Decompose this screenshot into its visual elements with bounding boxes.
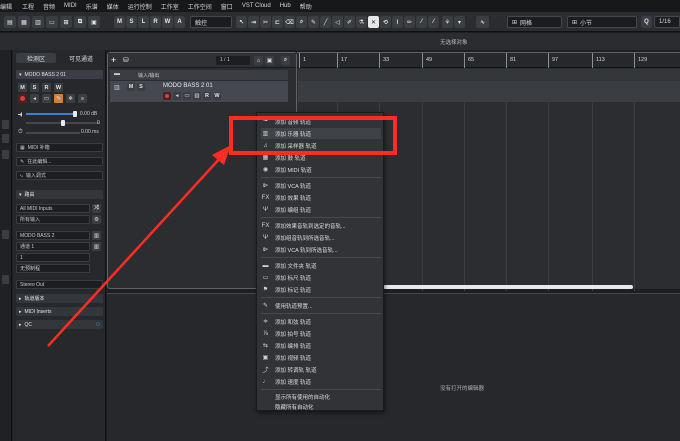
annotation-arrow [47, 145, 231, 347]
